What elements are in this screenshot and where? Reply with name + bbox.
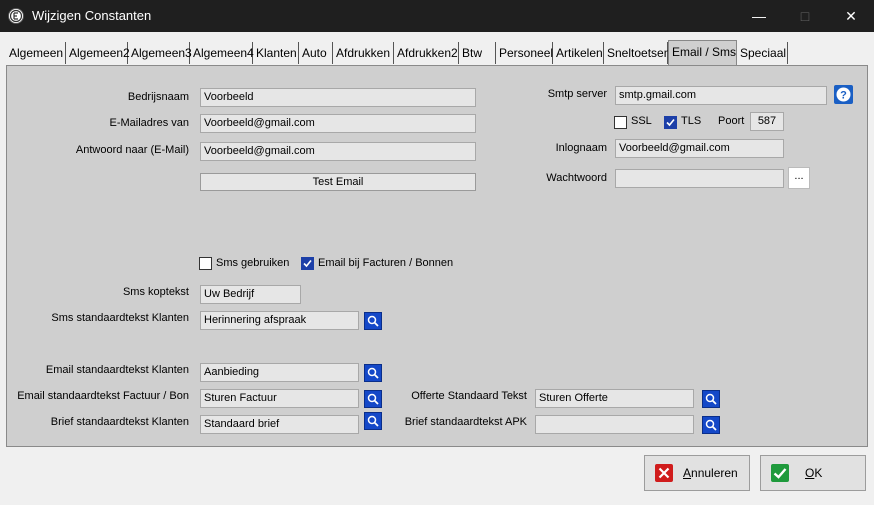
cancel-label: nnuleren <box>691 466 738 480</box>
email-facturen-label: Email bij Facturen / Bonnen <box>318 257 454 269</box>
sms-standaard-label: Sms standaardtekst Klanten <box>51 312 189 324</box>
search-icon <box>705 393 717 405</box>
tab-email-sms[interactable]: Email / Sms <box>668 40 737 65</box>
sms-koptekst-label: Sms koptekst <box>122 286 189 298</box>
wachtwoord-field[interactable] <box>615 169 784 188</box>
search-icon <box>367 315 379 327</box>
search-icon <box>367 415 379 427</box>
window-title: Wijzigen Constanten <box>32 8 152 23</box>
checkmark-icon <box>303 259 312 268</box>
smtp-server-field[interactable]: smtp.gmail.com <box>615 86 827 105</box>
ssl-label: SSL <box>631 115 652 127</box>
wachtwoord-label: Wachtwoord <box>546 172 607 184</box>
maximize-button[interactable]: □ <box>782 0 828 32</box>
email-sms-panel: Bedrijsnaam Voorbeeld E-Mailadres van Vo… <box>6 65 868 447</box>
inlognaam-field[interactable]: Voorbeeld@gmail.com <box>615 139 784 158</box>
poort-label: Poort <box>718 115 745 127</box>
email-klanten-label: Email standaardtekst Klanten <box>45 364 189 376</box>
test-email-button[interactable]: Test Email <box>200 173 476 191</box>
password-browse-button[interactable]: ... <box>788 167 810 189</box>
offerte-search-button[interactable] <box>702 390 720 408</box>
sms-standaard-search-button[interactable] <box>364 312 382 330</box>
close-button[interactable]: ✕ <box>828 0 874 32</box>
tab-afdrukken[interactable]: Afdrukken <box>333 42 394 64</box>
ok-mnemonic: O <box>805 466 815 480</box>
tab-algemeen3[interactable]: Algemeen3 <box>128 42 192 64</box>
sms-gebruiken-label: Sms gebruiken <box>216 257 290 269</box>
search-icon <box>705 419 717 431</box>
tls-checkbox[interactable] <box>664 116 677 129</box>
brief-klanten-label: Brief standaardtekst Klanten <box>50 416 189 428</box>
help-button[interactable]: ? <box>834 85 853 104</box>
antwoord-label: Antwoord naar (E-Mail) <box>75 144 189 156</box>
sms-standaard-field[interactable]: Herinnering afspraak <box>200 311 359 330</box>
help-icon: ? <box>836 87 851 102</box>
tab-speciaal[interactable]: Speciaal <box>737 42 788 64</box>
antwoord-field[interactable]: Voorbeeld@gmail.com <box>200 142 476 161</box>
emailadres-field[interactable]: Voorbeeld@gmail.com <box>200 114 476 133</box>
email-klanten-search-button[interactable] <box>364 364 382 382</box>
minimize-icon: — <box>752 8 766 24</box>
checkmark-icon <box>666 118 675 127</box>
email-factuur-label: Email standaardtekst Factuur / Bon <box>17 390 189 402</box>
brief-klanten-field[interactable]: Standaard brief <box>200 415 359 434</box>
sms-koptekst-field[interactable]: Uw Bedrijf <box>200 285 301 304</box>
search-icon <box>367 393 379 405</box>
email-factuur-field[interactable]: Sturen Factuur <box>200 389 359 408</box>
brief-apk-label: Brief standaardtekst APK <box>404 416 527 428</box>
close-icon: ✕ <box>845 7 857 24</box>
smtp-server-label: Smtp server <box>547 88 607 100</box>
ssl-checkbox[interactable] <box>614 116 627 129</box>
tab-artikelen[interactable]: Artikelen <box>553 42 604 64</box>
tab-sneltoetsen[interactable]: Sneltoetsen <box>604 42 670 64</box>
tab-afdrukken2[interactable]: Afdrukken2 <box>394 42 459 64</box>
offerte-field[interactable]: Sturen Offerte <box>535 389 694 408</box>
tab-personeel[interactable]: Personeel <box>496 42 553 64</box>
minimize-button[interactable]: — <box>736 0 782 32</box>
search-icon <box>367 367 379 379</box>
email-klanten-field[interactable]: Aanbieding <box>200 363 359 382</box>
brief-apk-field[interactable] <box>535 415 694 434</box>
email-facturen-checkbox[interactable] <box>301 257 314 270</box>
maximize-icon: □ <box>800 8 810 24</box>
cancel-x-icon <box>655 464 673 482</box>
inlognaam-label: Inlognaam <box>555 142 607 154</box>
svg-text:?: ? <box>840 90 847 102</box>
cancel-mnemonic: A <box>683 466 692 480</box>
tab-algemeen2[interactable]: Algemeen2 <box>66 42 130 64</box>
bedrijfsnaam-field[interactable]: Voorbeeld <box>200 88 476 107</box>
ok-button[interactable]: OK <box>760 455 866 491</box>
tab-btw[interactable]: Btw <box>459 42 496 64</box>
bedrijfsnaam-label: Bedrijsnaam <box>127 91 189 103</box>
brief-apk-search-button[interactable] <box>702 416 720 434</box>
emailadres-label: E-Mailadres van <box>109 117 189 129</box>
offerte-label: Offerte Standaard Tekst <box>411 390 527 402</box>
ok-check-icon <box>771 464 789 482</box>
tls-label: TLS <box>681 115 702 127</box>
tab-auto[interactable]: Auto <box>299 42 333 64</box>
brief-klanten-search-button[interactable] <box>364 412 382 430</box>
tab-algemeen4[interactable]: Algemeen4 <box>190 42 254 64</box>
cancel-button[interactable]: Annuleren <box>644 455 750 491</box>
app-logo-icon <box>8 8 24 24</box>
ok-label: K <box>814 466 823 480</box>
poort-field[interactable]: 587 <box>750 112 784 131</box>
sms-gebruiken-checkbox[interactable] <box>199 257 212 270</box>
email-factuur-search-button[interactable] <box>364 390 382 408</box>
tab-klanten[interactable]: Klanten <box>253 42 299 64</box>
tab-algemeen[interactable]: Algemeen <box>6 42 66 64</box>
